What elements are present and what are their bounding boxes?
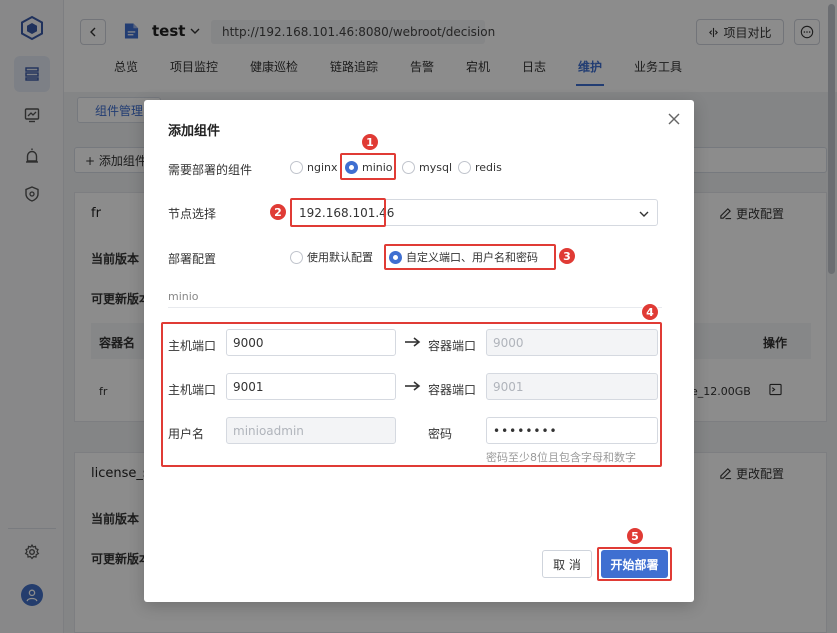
dialog-title: 添加组件 [168,124,221,139]
radio-circle [402,161,415,174]
annotation-badge-3: 3 [558,247,576,265]
annotation-badge-4: 4 [641,303,659,321]
radio-redis[interactable]: redis [458,161,502,174]
annotation-box-custom [384,244,556,270]
annotation-box-fields [161,322,662,467]
radio-mysql[interactable]: mysql [402,161,452,174]
annotation-box-deploy [597,547,672,581]
annotation-badge-5: 5 [626,527,644,545]
radio-circle [290,161,303,174]
radio-circle [458,161,471,174]
add-component-dialog: 添加组件 需要部署的组件 nginx minio mysql redis 节点选… [144,100,694,602]
annotation-badge-2: 2 [269,203,287,221]
close-icon[interactable] [666,111,682,127]
cancel-button[interactable]: 取 消 [542,550,592,578]
component-label: 需要部署的组件 [168,163,253,177]
annotation-badge-1: 1 [361,133,379,151]
annotation-box-node [290,198,386,227]
node-label: 节点选择 [168,207,217,221]
chevron-down-icon [639,208,649,222]
section-divider [168,307,662,308]
radio-circle [290,250,303,264]
annotation-box-minio [340,153,396,180]
config-label: 部署配置 [168,252,217,266]
radio-default-config[interactable]: 使用默认配置 [290,249,373,265]
minio-section-title: minio [168,290,199,303]
radio-nginx[interactable]: nginx [290,161,338,174]
